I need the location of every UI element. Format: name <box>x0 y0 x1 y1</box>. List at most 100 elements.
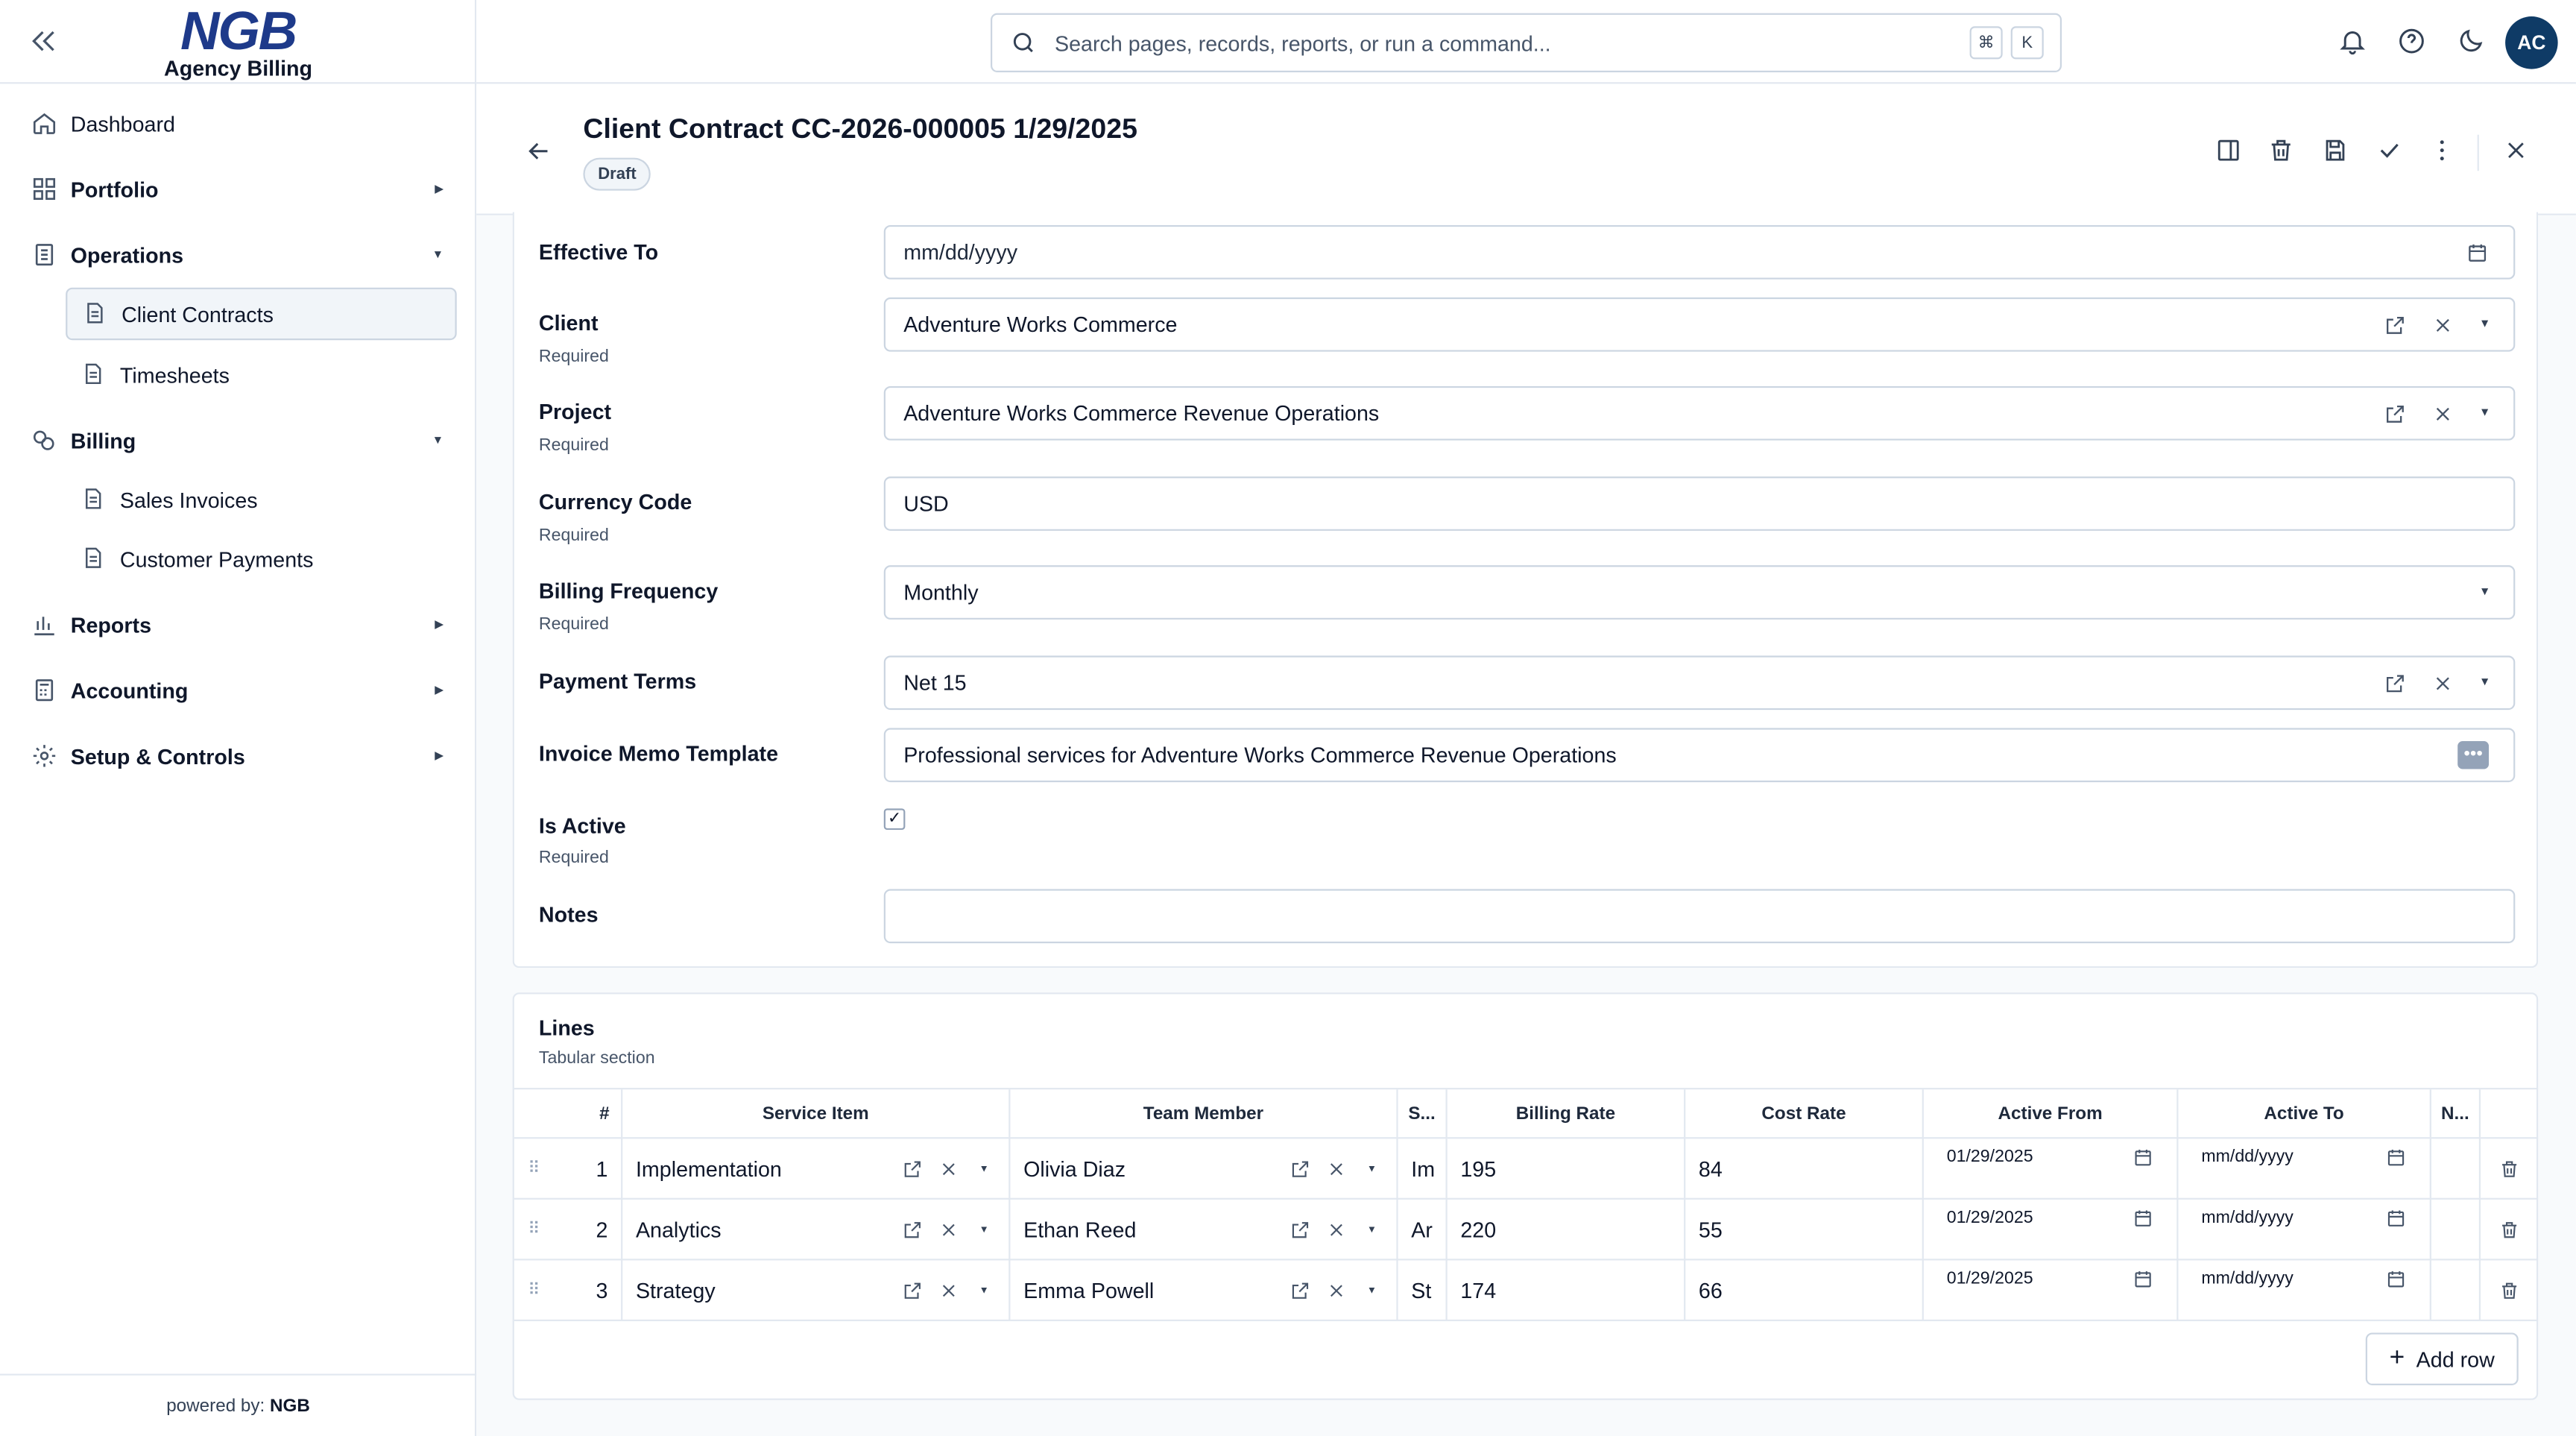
effective-to-input[interactable]: mm/dd/yyyy <box>883 224 2516 280</box>
sidebar-item-operations[interactable]: Operations ▼ <box>19 228 456 281</box>
chevron-down-icon[interactable]: ▼ <box>2479 587 2490 598</box>
active-to-cell[interactable]: mm/dd/yyyy <box>2179 1199 2431 1261</box>
chevron-down-icon[interactable]: ▼ <box>2479 408 2490 419</box>
sidebar-item-dashboard[interactable]: Dashboard <box>19 97 456 150</box>
help-icon[interactable] <box>2397 26 2427 56</box>
panel-icon[interactable] <box>2214 136 2242 164</box>
open-external-icon[interactable] <box>2384 313 2407 336</box>
avatar[interactable]: AC <box>2505 16 2558 69</box>
team-member-cell[interactable]: Olivia Diaz ▼ <box>1010 1139 1398 1200</box>
active-to-cell[interactable]: mm/dd/yyyy <box>2179 1139 2431 1200</box>
clear-icon[interactable] <box>1326 1280 1348 1302</box>
open-external-icon[interactable] <box>2384 402 2407 425</box>
s-cell[interactable]: Ar <box>1398 1199 1448 1261</box>
chevron-down-icon[interactable]: ▼ <box>979 1165 989 1174</box>
sidebar-item-client-contracts[interactable]: Client Contracts <box>66 287 457 341</box>
more-vertical-icon[interactable] <box>2428 136 2456 164</box>
clear-icon[interactable] <box>1326 1159 1348 1180</box>
chevron-down-icon[interactable]: ▼ <box>979 1225 989 1235</box>
billing-rate-cell[interactable]: 174 <box>1448 1260 1686 1322</box>
save-icon[interactable] <box>2321 136 2349 164</box>
service-item-cell[interactable]: Strategy ▼ <box>622 1260 1011 1322</box>
project-lookup[interactable]: Adventure Works Commerce Revenue Operati… <box>883 385 2516 441</box>
chevron-down-icon[interactable]: ▼ <box>979 1286 989 1296</box>
column-header[interactable]: Cost Rate <box>1685 1089 1924 1139</box>
column-header[interactable]: Active From <box>1923 1089 2179 1139</box>
cost-rate-cell[interactable]: 84 <box>1685 1139 1924 1200</box>
column-header[interactable]: N... <box>2431 1089 2481 1139</box>
open-external-icon[interactable] <box>902 1159 924 1180</box>
team-member-cell[interactable]: Emma Powell ▼ <box>1010 1260 1398 1322</box>
sidebar-item-timesheets[interactable]: Timesheets <box>66 348 457 401</box>
add-row-button[interactable]: + Add row <box>2365 1332 2519 1385</box>
clear-icon[interactable] <box>938 1219 960 1241</box>
moon-icon[interactable] <box>2456 26 2486 56</box>
check-icon[interactable] <box>2375 136 2403 164</box>
chevron-down-icon[interactable]: ▼ <box>1367 1225 1377 1235</box>
bell-icon[interactable] <box>2337 26 2367 56</box>
chevron-down-icon[interactable]: ▼ <box>2479 319 2490 330</box>
open-external-icon[interactable] <box>2384 671 2407 694</box>
active-to-cell[interactable]: mm/dd/yyyy <box>2179 1260 2431 1322</box>
payment-terms-lookup[interactable]: Net 15 ▼ <box>883 655 2516 711</box>
billing-rate-cell[interactable]: 220 <box>1448 1199 1686 1261</box>
team-member-cell[interactable]: Ethan Reed ▼ <box>1010 1199 1398 1261</box>
active-from-cell[interactable]: 01/29/2025 <box>1924 1260 2179 1322</box>
back-arrow-icon[interactable] <box>524 136 554 166</box>
collapse-sidebar-icon[interactable] <box>26 23 62 59</box>
s-cell[interactable]: St <box>1398 1260 1448 1322</box>
column-header[interactable]: S... <box>1398 1089 1448 1139</box>
notes-input[interactable] <box>883 889 2516 944</box>
open-external-icon[interactable] <box>1289 1280 1311 1302</box>
open-external-icon[interactable] <box>1289 1219 1311 1241</box>
open-external-icon[interactable] <box>902 1219 924 1241</box>
clear-icon[interactable] <box>938 1159 960 1180</box>
active-from-cell[interactable]: 01/29/2025 <box>1924 1139 2179 1200</box>
sidebar-item-setup-controls[interactable]: Setup & Controls ▶ <box>19 730 456 783</box>
column-header[interactable]: Service Item <box>622 1089 1011 1139</box>
calendar-icon[interactable] <box>2133 1147 2154 1168</box>
n-cell[interactable] <box>2431 1199 2481 1261</box>
client-lookup[interactable]: Adventure Works Commerce ▼ <box>883 297 2516 352</box>
chevron-down-icon[interactable]: ▼ <box>1367 1165 1377 1174</box>
currency-code-input[interactable]: USD <box>883 476 2516 531</box>
sidebar-item-sales-invoices[interactable]: Sales Invoices <box>66 473 457 526</box>
column-header[interactable]: Team Member <box>1010 1089 1398 1139</box>
n-cell[interactable] <box>2431 1260 2481 1322</box>
drag-handle-icon[interactable]: ⠿ <box>514 1260 554 1321</box>
delete-row-button[interactable] <box>2481 1200 2538 1261</box>
calendar-icon[interactable] <box>2466 241 2489 264</box>
sidebar-item-reports[interactable]: Reports ▶ <box>19 598 456 651</box>
clear-icon[interactable] <box>2431 671 2455 694</box>
calendar-icon[interactable] <box>2385 1208 2407 1229</box>
column-header[interactable]: Billing Rate <box>1447 1089 1686 1139</box>
drag-handle-icon[interactable]: ⠿ <box>514 1139 554 1200</box>
s-cell[interactable]: Im <box>1398 1139 1448 1200</box>
chevron-down-icon[interactable]: ▼ <box>2479 677 2490 688</box>
calendar-icon[interactable] <box>2133 1208 2154 1229</box>
app-logo[interactable]: NGB Agency Billing <box>148 3 328 79</box>
clear-icon[interactable] <box>1326 1219 1348 1241</box>
cost-rate-cell[interactable]: 66 <box>1685 1260 1924 1322</box>
sidebar-item-portfolio[interactable]: Portfolio ▶ <box>19 163 456 215</box>
service-item-cell[interactable]: Analytics ▼ <box>622 1199 1011 1261</box>
sidebar-item-customer-payments[interactable]: Customer Payments <box>66 532 457 585</box>
delete-row-button[interactable] <box>2481 1139 2538 1200</box>
clear-icon[interactable] <box>2431 402 2455 425</box>
billing-frequency-select[interactable]: Monthly ▼ <box>883 565 2516 620</box>
open-external-icon[interactable] <box>1289 1159 1311 1180</box>
trash-icon[interactable] <box>2267 136 2295 164</box>
billing-rate-cell[interactable]: 195 <box>1448 1139 1686 1200</box>
invoice-memo-input[interactable]: Professional services for Adventure Work… <box>883 728 2516 783</box>
command-search[interactable]: Search pages, records, reports, or run a… <box>991 13 2062 72</box>
sidebar-item-billing[interactable]: Billing ▼ <box>19 414 456 467</box>
is-active-checkbox[interactable]: ✓ <box>883 808 906 831</box>
clear-icon[interactable] <box>2431 313 2455 336</box>
open-external-icon[interactable] <box>902 1280 924 1302</box>
chevron-down-icon[interactable]: ▼ <box>1367 1286 1377 1296</box>
active-from-cell[interactable]: 01/29/2025 <box>1924 1199 2179 1261</box>
calendar-icon[interactable] <box>2133 1268 2154 1290</box>
service-item-cell[interactable]: Implementation ▼ <box>622 1139 1011 1200</box>
calendar-icon[interactable] <box>2385 1147 2407 1168</box>
more-horizontal-icon[interactable]: ••• <box>2457 741 2490 769</box>
